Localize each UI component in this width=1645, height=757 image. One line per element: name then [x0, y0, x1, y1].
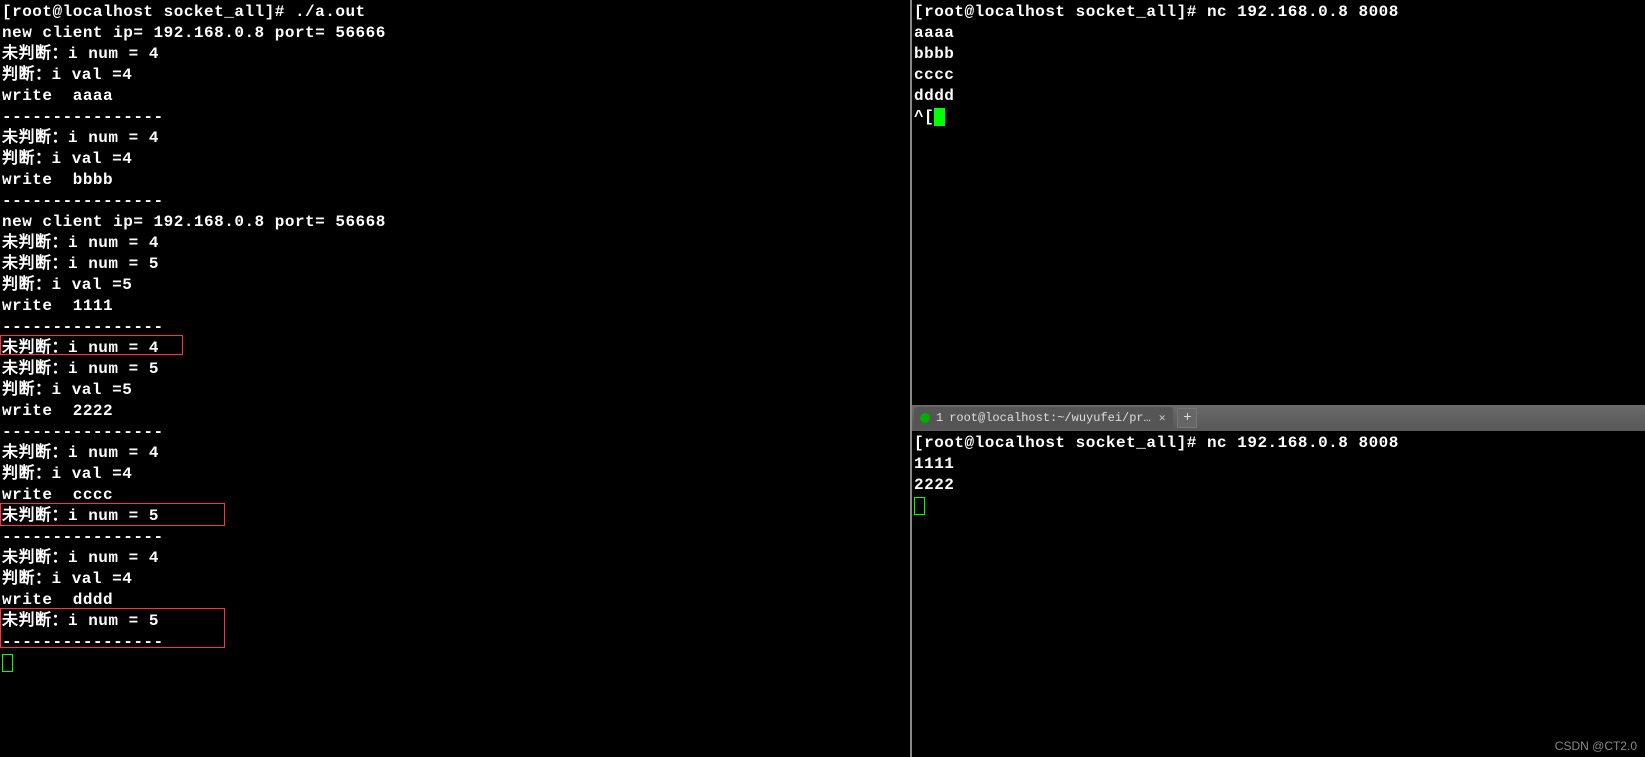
cursor-icon — [914, 497, 925, 515]
terminal-output-line: 判断：i val =5 — [2, 275, 908, 296]
terminal-output-line: aaaa — [914, 23, 1643, 44]
terminal-pane-right-top[interactable]: [root@localhost socket_all]# nc 192.168.… — [912, 0, 1645, 405]
terminal-output-line: ---------------- — [2, 632, 908, 653]
terminal-pane-right-bottom[interactable]: [root@localhost socket_all]# nc 192.168.… — [912, 431, 1645, 757]
terminal-output-line: 判断：i val =5 — [2, 380, 908, 401]
cursor-line — [914, 496, 1643, 517]
terminal-output-line: write dddd — [2, 590, 908, 611]
tab-bar: 1 root@localhost:~/wuyufei/pr… ✕ + — [912, 405, 1645, 431]
terminal-output-line: write 1111 — [2, 296, 908, 317]
tab-number: 1 — [936, 411, 943, 425]
terminal-output-line: ---------------- — [2, 107, 908, 128]
terminal-output-line: ---------------- — [2, 527, 908, 548]
terminal-output-line: new client ip= 192.168.0.8 port= 56668 — [2, 212, 908, 233]
terminal-escape-line: ^[ — [914, 107, 1643, 128]
terminal-output-line: ---------------- — [2, 191, 908, 212]
terminal-output-line: 未判断：i num = 5 — [2, 506, 908, 527]
terminal-output-line: 未判断：i num = 4 — [2, 338, 908, 359]
close-icon[interactable]: ✕ — [1157, 411, 1168, 425]
cursor-icon — [934, 108, 945, 126]
status-dot-icon — [920, 413, 930, 423]
terminal-output-line: 未判断：i num = 4 — [2, 443, 908, 464]
right-column: [root@localhost socket_all]# nc 192.168.… — [912, 0, 1645, 757]
terminal-output-line: 未判断：i num = 5 — [2, 611, 908, 632]
terminal-output-line: 未判断：i num = 5 — [2, 254, 908, 275]
escape-sequence: ^[ — [914, 108, 934, 126]
terminal-output-line: 未判断：i num = 4 — [2, 128, 908, 149]
terminal-prompt: [root@localhost socket_all]# nc 192.168.… — [914, 433, 1643, 454]
terminal-output-line: 判断：i val =4 — [2, 149, 908, 170]
terminal-output-line: 判断：i val =4 — [2, 464, 908, 485]
terminal-output-line: new client ip= 192.168.0.8 port= 56666 — [2, 23, 908, 44]
terminal-output-line: write 2222 — [2, 401, 908, 422]
terminal-output-line: 1111 — [914, 454, 1643, 475]
terminal-output-line: cccc — [914, 65, 1643, 86]
terminal-output-line: 未判断：i num = 4 — [2, 233, 908, 254]
terminal-output-line: [root@localhost socket_all]# ./a.out — [2, 2, 908, 23]
terminal-output-line: ---------------- — [2, 317, 908, 338]
cursor-line — [2, 653, 908, 674]
terminal-prompt: [root@localhost socket_all]# nc 192.168.… — [914, 2, 1643, 23]
terminal-output-line: dddd — [914, 86, 1643, 107]
terminal-output-line: 未判断：i num = 5 — [2, 359, 908, 380]
terminal-output-line: 未判断：i num = 4 — [2, 548, 908, 569]
terminal-output-line: 判断：i val =4 — [2, 569, 908, 590]
terminal-output-line: write bbbb — [2, 170, 908, 191]
add-tab-button[interactable]: + — [1177, 408, 1197, 428]
terminal-output-line: 未判断：i num = 4 — [2, 44, 908, 65]
terminal-tab[interactable]: 1 root@localhost:~/wuyufei/pr… ✕ — [914, 407, 1173, 429]
cursor-icon — [2, 654, 13, 672]
watermark: CSDN @CT2.0 — [1555, 739, 1637, 753]
terminal-output-line: write cccc — [2, 485, 908, 506]
terminal-output-line: 2222 — [914, 475, 1643, 496]
terminal-output-line: write aaaa — [2, 86, 908, 107]
tab-label: root@localhost:~/wuyufei/pr… — [949, 411, 1151, 425]
terminal-output-line: bbbb — [914, 44, 1643, 65]
terminal-pane-left[interactable]: [root@localhost socket_all]# ./a.outnew … — [0, 0, 912, 757]
terminal-output-line: 判断：i val =4 — [2, 65, 908, 86]
terminal-output-line: ---------------- — [2, 422, 908, 443]
